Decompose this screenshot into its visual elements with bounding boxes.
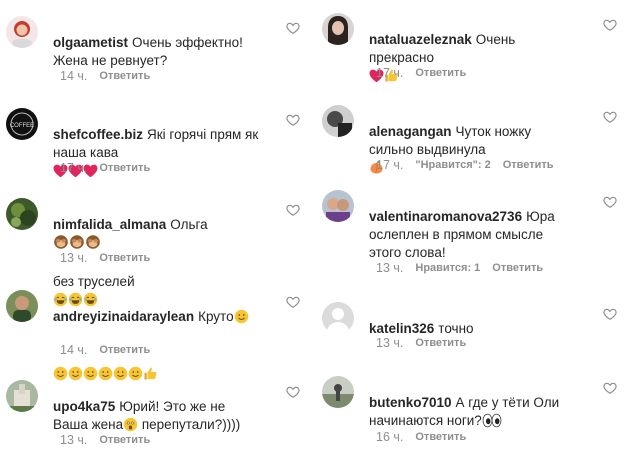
comment-meta: 13 ч. Ответить: [60, 251, 150, 265]
like-heart-icon[interactable]: [286, 295, 300, 309]
reply-button[interactable]: Ответить: [415, 431, 466, 443]
comment-meta: 13 ч. Ответить: [60, 433, 150, 447]
comment-username[interactable]: katelin326: [369, 321, 434, 336]
reply-button[interactable]: Ответить: [415, 337, 466, 349]
reply-button[interactable]: Ответить: [99, 162, 150, 174]
comment-username[interactable]: alenagangan: [369, 124, 452, 139]
reply-button[interactable]: Ответить: [415, 67, 466, 79]
comment-text: upo4ka75 Юрий! Это же не Ваша жена перепу…: [53, 380, 284, 437]
avatar[interactable]: [322, 13, 354, 45]
comment-username[interactable]: valentinaromanova2736: [369, 209, 522, 224]
reply-button[interactable]: Ответить: [503, 159, 554, 171]
likes-count-button[interactable]: Нравится: 1: [415, 262, 480, 274]
comment-meta: 17 ч. Ответить: [376, 66, 466, 80]
comment-time[interactable]: 14 ч.: [60, 69, 87, 83]
reply-button[interactable]: Ответить: [99, 344, 150, 356]
comment-meta: 17 ч. "Нравится": 2 Ответить: [376, 158, 554, 172]
reply-button[interactable]: Ответить: [492, 262, 543, 274]
comment-time[interactable]: 13 ч.: [376, 336, 403, 350]
comment-time[interactable]: 14 ч.: [60, 343, 87, 357]
comment-time[interactable]: 16 ч.: [376, 430, 403, 444]
comment-meta: 17 ч. Ответить: [60, 161, 150, 175]
like-heart-icon[interactable]: [286, 113, 300, 127]
like-heart-icon[interactable]: [286, 385, 300, 399]
comment-username[interactable]: nimfalida_almana: [53, 217, 166, 232]
like-heart-icon[interactable]: [603, 195, 617, 209]
avatar[interactable]: COFFEE: [6, 108, 38, 140]
avatar[interactable]: [322, 190, 354, 222]
comment-username[interactable]: butenko7010: [369, 395, 452, 410]
like-heart-icon[interactable]: [286, 21, 300, 35]
comment-text: andreyizinaidaraylean Круто: [53, 290, 284, 386]
comment-username[interactable]: olgaametist: [53, 35, 128, 50]
avatar[interactable]: [6, 380, 38, 412]
avatar[interactable]: [322, 376, 354, 408]
like-heart-icon[interactable]: [286, 203, 300, 217]
comment-meta: 13 ч. Ответить: [376, 336, 466, 350]
smiling-face-icon: [234, 309, 249, 329]
comment-meta: 14 ч. Ответить: [60, 69, 150, 83]
comment-username[interactable]: andreyizinaidaraylean: [53, 309, 194, 324]
comment-username[interactable]: shefcoffee.biz: [53, 127, 143, 142]
like-heart-icon[interactable]: [603, 381, 617, 395]
comment-time[interactable]: 13 ч.: [376, 261, 403, 275]
avatar[interactable]: [6, 198, 38, 230]
avatar[interactable]: [322, 105, 354, 137]
comment-time[interactable]: 13 ч.: [60, 433, 87, 447]
avatar[interactable]: [6, 16, 38, 48]
avatar[interactable]: [322, 302, 354, 334]
comment-time[interactable]: 17 ч.: [376, 66, 403, 80]
comment-username[interactable]: upo4ka75: [53, 399, 115, 414]
comment-text: katelin326 точно: [369, 321, 474, 336]
likes-count-button[interactable]: "Нравится": 2: [415, 159, 490, 171]
comment-text: olgaametist Очень эффектно! Жена не ревну…: [53, 35, 243, 68]
eyes-icon: [482, 413, 502, 433]
reply-button[interactable]: Ответить: [99, 70, 150, 82]
reply-button[interactable]: Ответить: [99, 252, 150, 264]
comment-time[interactable]: 17 ч.: [60, 161, 87, 175]
like-heart-icon[interactable]: [603, 307, 617, 321]
comment-meta: 16 ч. Ответить: [376, 430, 466, 444]
comment-text: butenko7010 А где у тёти Оли начинаются н…: [369, 376, 601, 433]
comment-time[interactable]: 17 ч.: [376, 158, 403, 172]
comment-text: valentinaromanova2736 Юра ослеплен в прям…: [369, 209, 555, 260]
like-heart-icon[interactable]: [603, 110, 617, 124]
avatar[interactable]: [6, 290, 38, 322]
reply-button[interactable]: Ответить: [99, 434, 150, 446]
comment-meta: 14 ч. Ответить: [60, 343, 150, 357]
svg-text:COFFEE: COFFEE: [10, 123, 34, 129]
comment-time[interactable]: 13 ч.: [60, 251, 87, 265]
like-heart-icon[interactable]: [603, 18, 617, 32]
comment-meta: 13 ч. Нравится: 1 Ответить: [376, 261, 543, 275]
comment-username[interactable]: nataluazeleznak: [369, 32, 472, 47]
